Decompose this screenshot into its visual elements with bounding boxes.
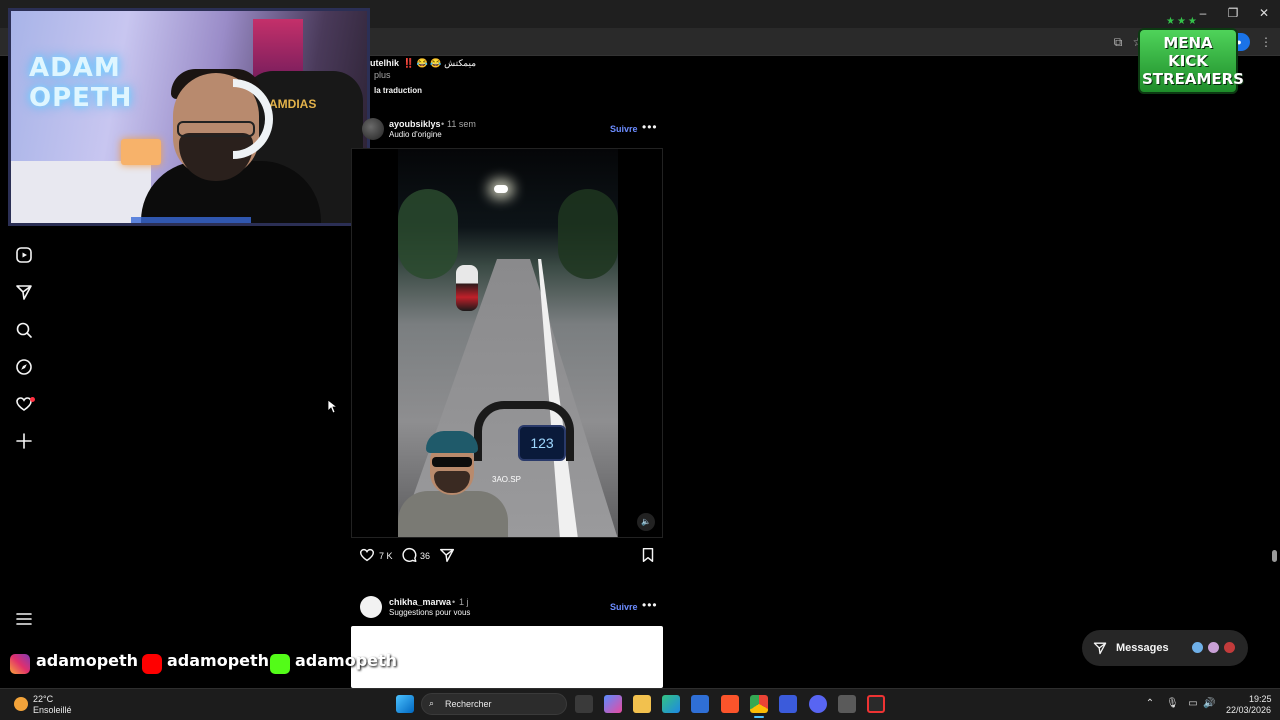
share-icon[interactable] — [438, 546, 456, 564]
chrome-icon[interactable] — [750, 695, 768, 713]
post2-username[interactable]: chikha_marwa — [389, 597, 451, 607]
logo-stars: ★★★ — [1166, 16, 1199, 27]
weather-condition[interactable]: Ensoleillé — [33, 705, 72, 715]
more-menu-icon[interactable] — [14, 609, 34, 629]
kick-icon — [270, 654, 290, 674]
taskbar-search-box[interactable] — [421, 693, 567, 715]
active-app-indicator — [754, 716, 764, 718]
volume-icon[interactable]: 🔈 — [637, 513, 655, 531]
post2-options-icon[interactable]: ••• — [642, 598, 658, 612]
separator-dot: • — [441, 119, 445, 129]
post-audio[interactable]: Audio d'origine — [389, 130, 442, 139]
webcam-overlay: ADAM OPETH AMDIAS — [8, 8, 370, 226]
mena-kick-streamers-logo: ★★★ MENA KICK STREAMERS — [1138, 16, 1244, 94]
close-button[interactable]: ✕ — [1249, 4, 1279, 22]
post-avatar[interactable] — [362, 118, 384, 140]
reels-icon[interactable] — [14, 245, 34, 265]
reactor-overlay — [398, 431, 508, 537]
post2-age[interactable]: 1 j — [459, 597, 469, 607]
post2-follow-button[interactable]: Suivre — [610, 602, 638, 612]
browser-menu-icon[interactable]: ⋮ — [1258, 34, 1274, 50]
create-plus-icon[interactable] — [14, 431, 34, 451]
weather-sun-icon[interactable] — [14, 697, 28, 711]
logo-text: MENA KICK STREAMERS — [1138, 28, 1244, 94]
microphone-icon[interactable]: 🎙 — [1166, 698, 1179, 710]
message-avatar — [1206, 640, 1221, 655]
like-count[interactable]: 7 K — [379, 551, 393, 561]
post2-subtitle: Suggestions pour vous — [389, 608, 471, 617]
chair-brand: AMDIAS — [269, 97, 317, 111]
notification-dot — [30, 397, 35, 402]
laptop-screen — [121, 139, 161, 165]
instagram-handle: adamopeth — [36, 651, 139, 670]
direct-messages-icon[interactable] — [14, 282, 34, 302]
post-media[interactable]: 123 3AO.SP 🔈 — [351, 148, 663, 538]
post2-avatar[interactable] — [360, 596, 382, 618]
motorcycle-rider — [456, 265, 478, 311]
message-avatar — [1222, 640, 1237, 655]
display-icon[interactable]: ▭ — [1187, 698, 1199, 710]
mouse-cursor-icon — [327, 399, 339, 414]
discord-icon[interactable] — [809, 695, 827, 713]
desk — [11, 161, 151, 223]
clock-date[interactable]: 22/03/2026 — [1226, 705, 1271, 715]
save-bookmark-icon[interactable] — [639, 546, 657, 564]
clock-time[interactable]: 19:25 — [1249, 694, 1272, 704]
search-icon[interactable] — [14, 320, 34, 340]
youtube-icon — [142, 654, 162, 674]
install-app-icon[interactable]: ⧉ — [1110, 34, 1126, 50]
trees-left — [398, 189, 458, 279]
youtube-handle: adamopeth — [167, 651, 270, 670]
scrollbar-thumb[interactable] — [1272, 550, 1277, 562]
post-username[interactable]: ayoubsiklys — [389, 119, 441, 129]
caption-more-link[interactable]: plus — [374, 70, 391, 80]
file-explorer-icon[interactable] — [633, 695, 651, 713]
street-light — [494, 185, 508, 193]
start-windows-icon[interactable] — [396, 695, 414, 713]
post-options-icon[interactable]: ••• — [642, 120, 658, 134]
reactor-sunglasses — [432, 457, 472, 467]
see-translation-link[interactable]: la traduction — [374, 86, 422, 95]
trees-right — [558, 189, 618, 279]
app-icon[interactable] — [779, 695, 797, 713]
post2-media[interactable] — [351, 626, 663, 688]
brave-icon[interactable] — [721, 695, 739, 713]
webcam-frame-accent — [131, 217, 251, 223]
volume-tray-icon[interactable]: 🔊 — [1203, 698, 1215, 710]
app-icon[interactable] — [838, 695, 856, 713]
copilot-icon[interactable] — [604, 695, 622, 713]
tray-overflow-icon[interactable]: ⌃ — [1144, 698, 1156, 710]
messages-label[interactable]: Messages — [1116, 642, 1169, 654]
instagram-icon — [10, 654, 30, 674]
messages-send-icon — [1092, 640, 1108, 656]
kick-handle: adamopeth — [295, 651, 398, 670]
like-heart-icon[interactable] — [358, 546, 376, 564]
message-avatar — [1190, 640, 1205, 655]
explore-compass-icon[interactable] — [14, 357, 34, 377]
weather-temperature[interactable]: 22°C — [33, 694, 53, 704]
reel-video[interactable]: 123 3AO.SP — [398, 149, 618, 537]
post-age[interactable]: 11 sem — [447, 119, 476, 129]
prev-post-username[interactable]: utelhik — [370, 58, 399, 68]
taskbar-search-icon: ⌕ — [429, 698, 435, 708]
page-scrollbar[interactable] — [1271, 56, 1277, 688]
comment-count[interactable]: 36 — [420, 551, 430, 561]
task-view-icon[interactable] — [575, 695, 593, 713]
reactor-body — [398, 491, 508, 537]
separator-dot: • — [452, 597, 456, 607]
follow-button[interactable]: Suivre — [610, 124, 638, 134]
edge-icon[interactable] — [662, 695, 680, 713]
neon-sign: ADAM OPETH — [29, 53, 133, 113]
speedometer: 123 — [518, 425, 566, 461]
screen: – ❐ ✕ ⧉ ☆ ● ⋮ ADAM OPETH AMDIAS — [0, 0, 1280, 720]
prev-post-caption: ‼️ 😂 😂 ميمكتش — [403, 58, 477, 68]
obs-icon[interactable] — [867, 695, 885, 713]
comment-icon[interactable] — [400, 546, 418, 564]
reactor-hair — [426, 431, 478, 453]
taskbar-search-placeholder[interactable]: Rechercher — [445, 699, 492, 709]
store-icon[interactable] — [691, 695, 709, 713]
